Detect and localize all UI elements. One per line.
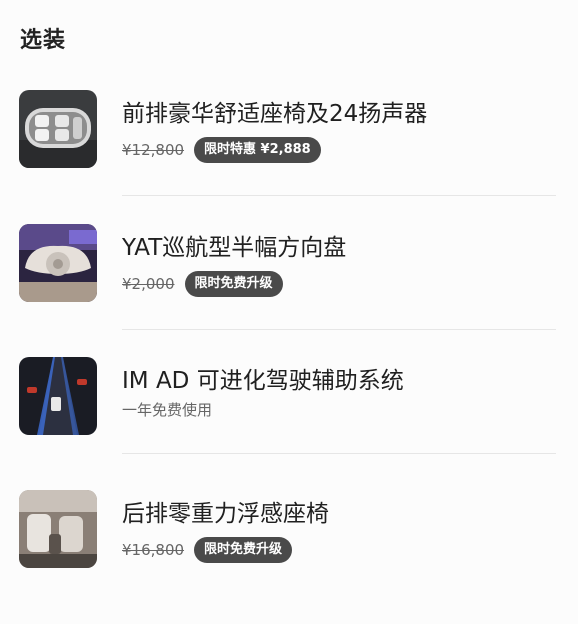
driving-assist-road-icon [19,357,97,435]
original-price: ¥2,000 [122,275,175,293]
original-price: ¥16,800 [122,541,185,559]
divider [122,453,556,454]
car-seats-topview-icon [19,90,97,168]
option-item-front-seats[interactable]: 前排豪华舒适座椅及24扬声器 ¥12,800 限时特惠 ¥2,888 [0,80,578,180]
option-item-driving-assist[interactable]: IM AD 可进化驾驶辅助系统 一年免费使用 [0,347,578,447]
divider [122,195,556,196]
option-subtitle: 一年免费使用 [122,401,213,419]
promo-badge: 限时免费升级 [194,537,293,563]
option-title: IM AD 可进化驾驶辅助系统 [122,368,404,394]
option-title: 前排豪华舒适座椅及24扬声器 [122,101,428,127]
rear-seats-interior-icon [19,490,97,568]
original-price: ¥12,800 [122,141,185,159]
divider [122,329,556,330]
promo-badge: 限时免费升级 [184,271,283,297]
yoke-steering-wheel-icon [19,224,97,302]
promo-badge: 限时特惠 ¥2,888 [194,137,321,163]
option-title: 后排零重力浮感座椅 [122,501,329,527]
option-item-rear-seats[interactable]: 后排零重力浮感座椅 ¥16,800 限时免费升级 [0,480,578,580]
option-item-steering-wheel[interactable]: YAT巡航型半幅方向盘 ¥2,000 限时免费升级 [0,214,578,314]
section-title: 选装 [20,28,67,53]
option-title: YAT巡航型半幅方向盘 [122,235,347,261]
